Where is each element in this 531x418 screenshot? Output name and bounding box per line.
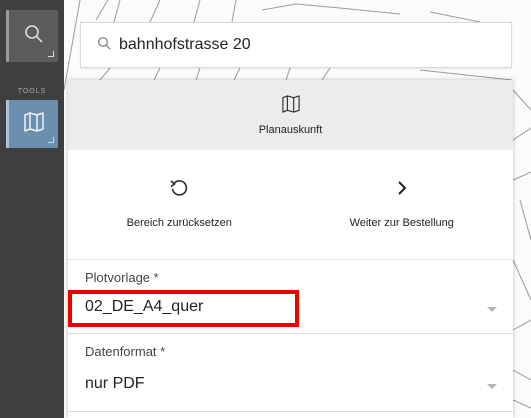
reset-area-button[interactable]: Bereich zurücksetzen xyxy=(68,150,291,259)
tools-label: TOOLS xyxy=(17,88,47,95)
panel-actions: Bereich zurücksetzen Weiter zur Bestellu… xyxy=(68,150,513,260)
search-input[interactable]: bahnhofstrasse 20 xyxy=(119,36,251,54)
undo-icon xyxy=(169,178,189,203)
map-icon xyxy=(281,94,301,118)
reset-area-label: Bereich zurücksetzen xyxy=(126,217,232,229)
search-bar[interactable]: bahnhofstrasse 20 xyxy=(80,22,512,68)
chevron-down-icon[interactable] xyxy=(487,307,497,312)
toolbar-map-button[interactable] xyxy=(6,100,58,148)
datenformat-label: Datenformat * xyxy=(85,344,166,359)
left-toolbar: TOOLS xyxy=(0,0,64,418)
search-icon xyxy=(23,23,45,50)
chevron-right-icon xyxy=(392,178,412,203)
field-underline xyxy=(68,411,513,412)
map-icon xyxy=(23,111,45,137)
panel-title: Planauskunft xyxy=(258,123,323,136)
toolbar-search-button[interactable] xyxy=(6,10,58,62)
planauskunft-panel: Planauskunft Bereich zurücksetzen Weiter… xyxy=(68,80,513,418)
datenformat-field[interactable]: Datenformat * nur PDF xyxy=(68,334,513,418)
continue-order-label: Weiter zur Bestellung xyxy=(349,217,454,229)
search-icon xyxy=(97,36,111,55)
chevron-down-icon[interactable] xyxy=(487,384,497,389)
plotvorlage-select[interactable]: 02_DE_A4_quer xyxy=(85,298,203,316)
corner-indicator xyxy=(48,137,54,143)
datenformat-select[interactable]: nur PDF xyxy=(85,375,145,393)
plotvorlage-label: Plotvorlage * xyxy=(85,270,159,285)
corner-indicator xyxy=(48,51,54,57)
continue-order-button[interactable]: Weiter zur Bestellung xyxy=(291,150,514,259)
panel-header: Planauskunft xyxy=(68,80,513,150)
plotvorlage-field[interactable]: Plotvorlage * 02_DE_A4_quer xyxy=(68,260,513,340)
